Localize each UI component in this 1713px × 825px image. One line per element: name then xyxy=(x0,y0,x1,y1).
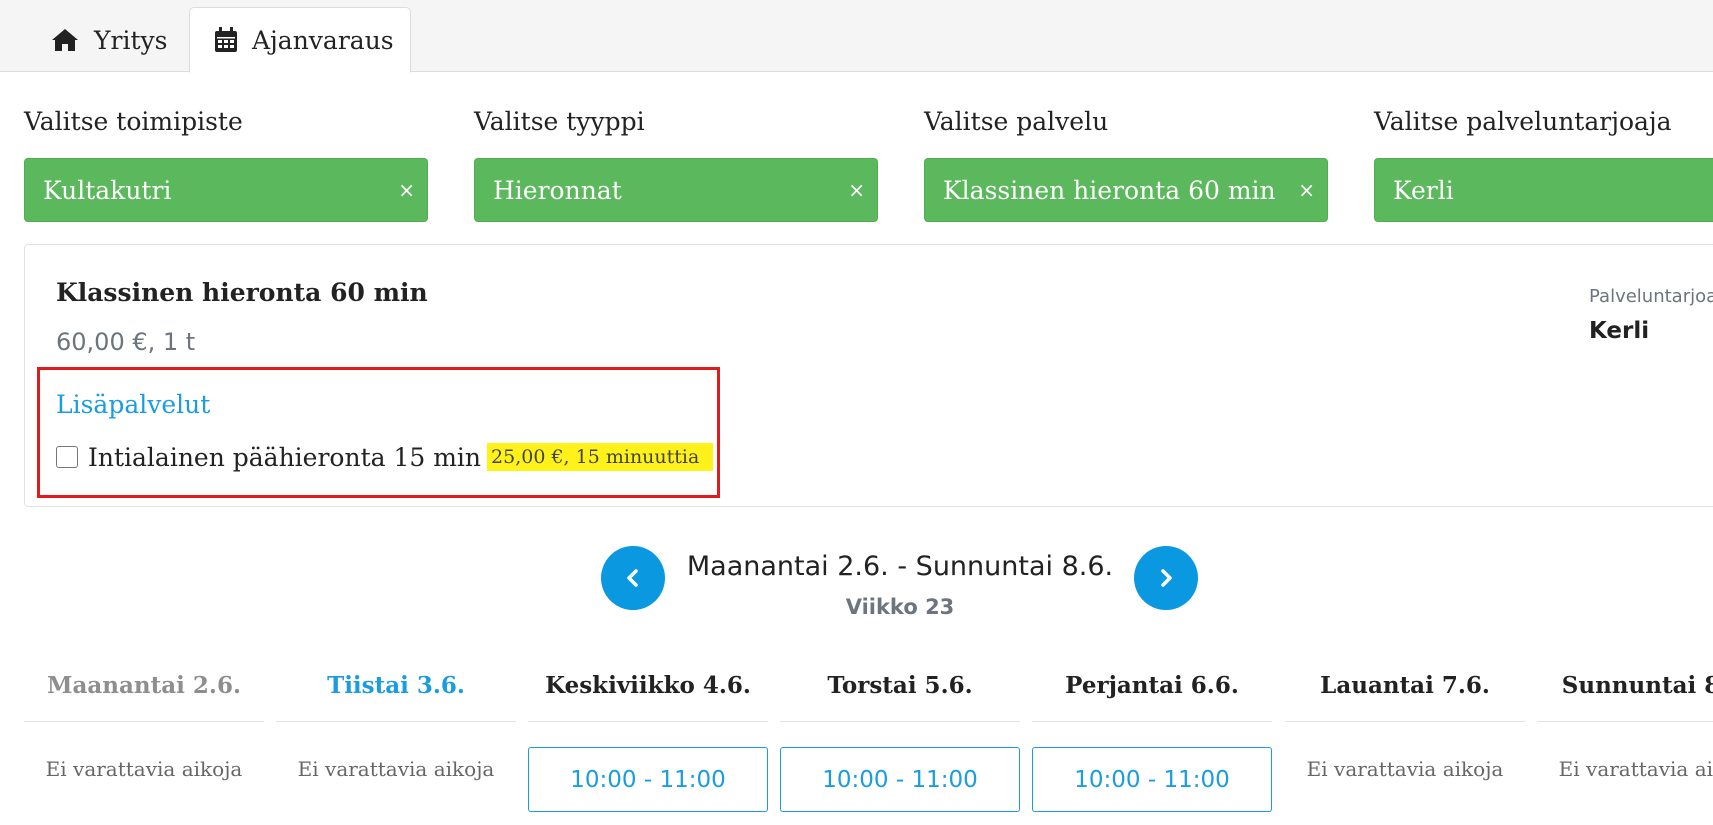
day-column-thursday: Torstai 5.6. 10:00 - 11:00 xyxy=(780,672,1020,812)
addon-item[interactable]: Intialainen päähieronta 15 min 25,00 €, … xyxy=(56,440,714,474)
day-column-saturday: Lauantai 7.6. Ei varattavia aikoja xyxy=(1285,672,1525,781)
filter-service-label: Valitse palvelu xyxy=(924,107,1109,136)
location-select[interactable]: Kultakutri × xyxy=(24,158,428,222)
time-slot-button[interactable]: 10:00 - 11:00 xyxy=(528,747,768,812)
filter-provider: Valitse palveluntarjoaja Kerli xyxy=(1374,105,1713,222)
filter-provider-label: Valitse palveluntarjoaja xyxy=(1374,107,1672,136)
filter-service: Valitse palvelu Klassinen hieronta 60 mi… xyxy=(924,105,1328,222)
addons-title: Lisäpalvelut xyxy=(56,390,211,419)
tab-ajanvaraus[interactable]: Ajanvaraus xyxy=(189,7,411,73)
tab-yritys-label: Yritys xyxy=(94,25,168,55)
week-number: Viikko 23 xyxy=(845,595,955,619)
day-column-monday: Maanantai 2.6. Ei varattavia aikoja xyxy=(24,672,264,781)
week-range: Maanantai 2.6. - Sunnuntai 8.6. xyxy=(686,551,1114,582)
day-header: Perjantai 6.6. xyxy=(1032,672,1272,722)
day-header: Tiistai 3.6. xyxy=(276,672,516,722)
type-select[interactable]: Hieronnat × xyxy=(474,158,878,222)
provider-label: Palveluntarjoaja xyxy=(1589,286,1713,307)
no-slots-text: Ei varattavia aikoja xyxy=(1306,757,1504,781)
provider-select-value: Kerli xyxy=(1393,175,1454,205)
clear-type-icon[interactable]: × xyxy=(848,178,865,202)
filter-location: Valitse toimipiste Kultakutri × xyxy=(24,105,428,222)
day-column-friday: Perjantai 6.6. 10:00 - 11:00 xyxy=(1032,672,1272,812)
day-column-tuesday: Tiistai 3.6. Ei varattavia aikoja xyxy=(276,672,516,781)
type-select-value: Hieronnat xyxy=(493,175,622,205)
service-title: Klassinen hieronta 60 min xyxy=(56,278,428,307)
service-price-duration: 60,00 €, 1 t xyxy=(56,328,196,356)
no-slots-text: Ei varattavia aikoja xyxy=(297,757,495,781)
location-select-value: Kultakutri xyxy=(43,175,172,205)
addon-checkbox[interactable] xyxy=(56,446,78,468)
service-select-value: Klassinen hieronta 60 min xyxy=(943,175,1276,205)
no-slots-text: Ei varattavia aikoja xyxy=(45,757,243,781)
time-slot-button[interactable]: 10:00 - 11:00 xyxy=(1032,747,1272,812)
clear-location-icon[interactable]: × xyxy=(398,178,415,202)
next-week-button[interactable] xyxy=(1134,546,1198,610)
calendar-icon xyxy=(214,27,238,53)
day-header: Keskiviikko 4.6. xyxy=(528,672,768,722)
addon-name: Intialainen päähieronta 15 min xyxy=(88,442,482,472)
day-column-wednesday: Keskiviikko 4.6. 10:00 - 11:00 xyxy=(528,672,768,812)
addon-price-duration: 25,00 €, 15 minuuttia xyxy=(487,443,714,471)
day-header: Maanantai 2.6. xyxy=(24,672,264,722)
filter-location-label: Valitse toimipiste xyxy=(24,107,243,136)
home-icon xyxy=(50,27,80,53)
day-header: Torstai 5.6. xyxy=(780,672,1020,722)
provider-name: Kerli xyxy=(1589,318,1650,344)
chevron-right-icon xyxy=(1161,569,1172,587)
filter-type: Valitse tyyppi Hieronnat × xyxy=(474,105,878,222)
day-header: Sunnuntai 8.6. xyxy=(1537,672,1713,722)
time-slot-button[interactable]: 10:00 - 11:00 xyxy=(780,747,1020,812)
day-header: Lauantai 7.6. xyxy=(1285,672,1525,722)
provider-select[interactable]: Kerli xyxy=(1374,158,1713,222)
clear-service-icon[interactable]: × xyxy=(1298,178,1315,202)
no-slots-text: Ei varattavia aikoja xyxy=(1558,757,1713,781)
filter-type-label: Valitse tyyppi xyxy=(474,107,645,136)
tab-yritys[interactable]: Yritys xyxy=(26,7,191,73)
tab-bar: Yritys Ajanvaraus xyxy=(0,0,1713,73)
tab-ajanvaraus-label: Ajanvaraus xyxy=(252,25,394,55)
service-select[interactable]: Klassinen hieronta 60 min × xyxy=(924,158,1328,222)
addons-highlight-box xyxy=(37,367,720,498)
day-column-sunday: Sunnuntai 8.6. Ei varattavia aikoja xyxy=(1537,672,1713,781)
